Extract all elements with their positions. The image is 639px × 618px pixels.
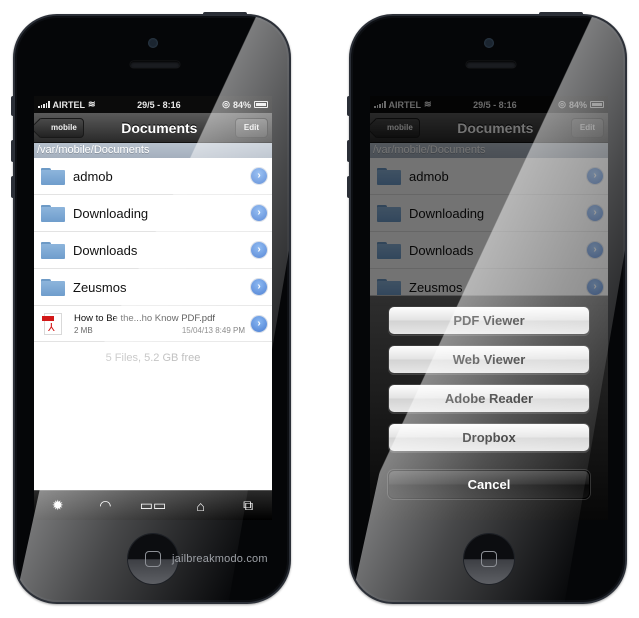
- folder-name: Downloads: [73, 242, 138, 258]
- adobe-reader-button[interactable]: Adobe Reader: [388, 384, 590, 413]
- disclosure-button[interactable]: ›: [251, 168, 267, 184]
- folder-name: Downloading: [73, 205, 149, 221]
- phone-left: AIRTEL ≋ 29/5 - 8:16 ◎ 84% mobile Docume…: [11, 12, 291, 604]
- screen: AIRTEL ≋ 29/5 - 8:16 ◎ 84% mobile Docume…: [370, 96, 608, 520]
- file-row-pdf[interactable]: How to Be the...ho Know PDF.pdf 2 MB 15/…: [34, 306, 272, 342]
- disclosure-button[interactable]: ›: [251, 315, 267, 332]
- dropbox-button[interactable]: Dropbox: [388, 423, 590, 452]
- front-camera: [148, 38, 158, 48]
- back-button-label: mobile: [51, 123, 77, 132]
- file-size: 2 MB: [74, 325, 93, 335]
- wifi-icon[interactable]: ◠: [90, 497, 120, 514]
- status-time: 29/5 - 8:16: [137, 99, 181, 110]
- home-button-square-icon: [481, 551, 497, 567]
- carrier-name: AIRTEL: [52, 99, 86, 110]
- front-camera: [484, 38, 494, 48]
- battery-icon: [254, 101, 268, 108]
- power-button: [539, 12, 583, 15]
- open-with-action-sheet: PDF Viewer Web Viewer Adobe Reader Dropb…: [370, 295, 608, 520]
- file-date: 15/04/13 8:49 PM: [181, 325, 245, 335]
- power-button: [203, 12, 247, 15]
- web-viewer-button[interactable]: Web Viewer: [388, 345, 590, 374]
- book-icon[interactable]: ▭▭: [138, 497, 168, 514]
- file-name: How to Be the...ho Know PDF.pdf: [74, 312, 215, 324]
- pdf-file-icon: [42, 312, 62, 335]
- mute-switch: [347, 96, 350, 116]
- earpiece-speaker: [130, 61, 180, 68]
- phone-right: AIRTEL ≋ 29/5 - 8:16 ◎ 84% mobile Docume…: [347, 12, 627, 604]
- folder-name: Zeusmos: [73, 279, 127, 295]
- page-title: Documents: [121, 119, 198, 136]
- storage-summary: 5 Files, 5.2 GB free: [105, 352, 201, 364]
- home-button-square-icon: [145, 551, 161, 567]
- folder-icon: [41, 278, 65, 296]
- folder-icon: [41, 241, 65, 259]
- navigation-bar: mobile Documents Edit: [34, 113, 272, 143]
- screen: AIRTEL ≋ 29/5 - 8:16 ◎ 84% mobile Docume…: [34, 96, 272, 520]
- folder-row-downloading[interactable]: Downloading ›: [34, 195, 272, 232]
- windows-icon[interactable]: ⧉: [233, 497, 263, 514]
- volume-down-button: [347, 176, 350, 198]
- pdf-viewer-button[interactable]: PDF Viewer: [388, 306, 590, 335]
- mute-switch: [11, 96, 14, 116]
- tab-bar: ✹ ◠ ▭▭ ⌂ ⧉: [34, 490, 272, 520]
- signal-icon: [38, 101, 50, 108]
- gear-icon[interactable]: ✹: [43, 497, 73, 514]
- home-button[interactable]: [128, 534, 178, 584]
- home-button[interactable]: [464, 534, 514, 584]
- home-icon[interactable]: ⌂: [186, 498, 216, 514]
- volume-down-button: [11, 176, 14, 198]
- folder-row-downloads[interactable]: Downloads ›: [34, 232, 272, 269]
- folder-name: admob: [73, 168, 113, 184]
- battery-percent: 84%: [232, 99, 251, 110]
- back-button[interactable]: mobile: [38, 117, 84, 138]
- path-header: /var/mobile/Documents: [34, 143, 272, 158]
- status-bar: AIRTEL ≋ 29/5 - 8:16 ◎ 84%: [34, 96, 272, 113]
- wifi-icon: ≋: [88, 99, 96, 109]
- edit-button[interactable]: Edit: [234, 117, 268, 138]
- disclosure-button[interactable]: ›: [251, 205, 267, 221]
- folder-row-admob[interactable]: admob ›: [34, 158, 272, 195]
- folder-row-zeusmos[interactable]: Zeusmos ›: [34, 269, 272, 306]
- volume-up-button: [11, 140, 14, 162]
- volume-up-button: [347, 140, 350, 162]
- folder-icon: [41, 204, 65, 222]
- watermark-text: jailbreakmodo.com: [172, 553, 268, 565]
- cancel-button[interactable]: Cancel: [388, 470, 590, 499]
- disclosure-button[interactable]: ›: [251, 242, 267, 258]
- earpiece-speaker: [466, 61, 516, 68]
- folder-icon: [41, 167, 65, 185]
- rotation-lock-icon: ◎: [222, 99, 230, 109]
- disclosure-button[interactable]: ›: [251, 279, 267, 295]
